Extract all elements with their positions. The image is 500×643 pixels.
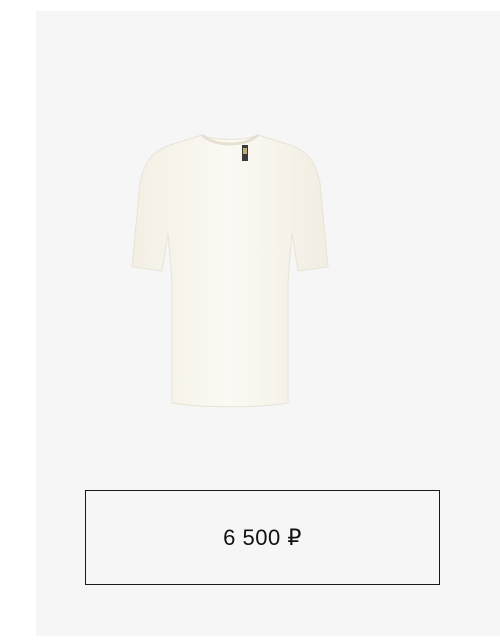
price-button[interactable]: 6 500 ₽ [85,490,440,585]
price-label: 6 500 ₽ [223,524,302,550]
tshirt-icon[interactable] [130,121,330,411]
product-card[interactable]: 6 500 ₽ [36,11,500,636]
